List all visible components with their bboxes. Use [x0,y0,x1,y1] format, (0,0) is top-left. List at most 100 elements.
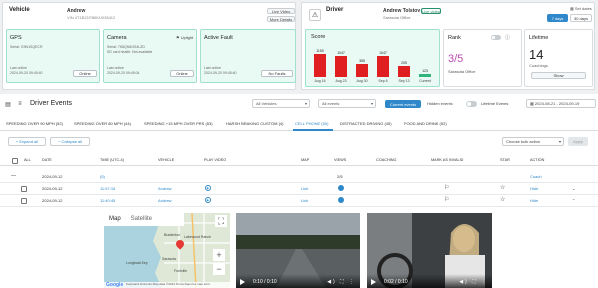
menu-icon[interactable]: ≡ [16,100,24,108]
zoom-out-icon[interactable]: − [213,263,225,275]
vehicles-select[interactable]: All Vehicles ▾ [252,99,310,108]
score-bar[interactable] [419,74,431,77]
row-time[interactable]: 11:57:15 [100,186,115,191]
gps-status-button[interactable]: Online [73,70,97,77]
camera-status-button[interactable]: Online [170,70,194,77]
road-camera-video[interactable]: 0:10 / 0:10 ◀) ⛶ ⋮ [236,213,360,288]
col-views: VIEWS [334,158,347,162]
row-action-coach[interactable]: Coach [530,174,542,179]
camera-title: Camera [107,35,127,41]
row-checkbox[interactable] [21,198,27,204]
rank-office: Sarasota Office [448,69,476,74]
tab-speeding-80[interactable]: SPEEDING OVER 80 MPH (44) [74,121,131,126]
col-vehicle[interactable]: VEHICLE [158,158,174,162]
score-bar[interactable] [314,54,326,77]
tab-speeding-90[interactable]: SPEEDING OVER 90 MPH (52) [6,121,63,126]
play-icon[interactable] [371,279,376,285]
driver-camera-video[interactable]: 0:02 / 0:10 ◀) ⛶ ⋮ [367,213,492,288]
view-indicator-icon [338,185,344,191]
table-row[interactable]: 2024-09-12 11:57:15 Andrew ▶ Link ⚐ ☆ Hi… [0,183,598,195]
row-vehicle[interactable]: Andrew [158,198,172,203]
fault-status-button[interactable]: No Faults [261,70,293,77]
chevron-down-icon: ▾ [558,139,561,144]
map-label: Bradenton [164,233,181,237]
tab-cell-phone[interactable]: CELL PHONE (50) [295,121,328,126]
gps-title: GPS [10,35,22,41]
camera-tile: Camera ⚑ Uplight Serial: 7K8QN5GS4LZD SD… [103,29,197,83]
score-bar[interactable] [398,66,410,77]
lifetime-show-button[interactable]: Show [531,72,586,79]
chevron-up-icon[interactable]: ⌃ [572,198,575,203]
map-label: Lakewood Ranch [184,235,212,239]
bulk-action-value: Choose bulk action [506,139,541,144]
flag-icon[interactable]: ⚐ [444,196,449,203]
tab-speeding-15-over[interactable]: SPEEDING +15 MPH OVER PRS (53) [144,121,213,126]
chevron-down-icon[interactable]: ⌄ [572,186,575,191]
vehicle-label: Vehicle [9,7,30,13]
vehicle-card: Vehicle Andrew VIN 4T1BZ1FB6KU038412 Liv… [2,2,296,90]
volume-fullscreen-icons[interactable]: ◀) ⛶ ⋮ [327,279,356,285]
driver-name: Andrew Tolstov [383,8,421,14]
collapse-all-button[interactable]: − Collapse all [50,137,90,146]
info-icon[interactable]: ⓘ [505,34,510,41]
row-map-link[interactable]: Link [301,198,308,203]
row-time[interactable]: (5) [100,174,105,179]
row-map-link[interactable]: Link [301,186,308,191]
lifetime-title: Lifetime [529,35,549,41]
vehicle-more-details-button[interactable]: More Details [267,16,295,22]
tab-distracted-driving[interactable]: DISTRACTED DRIVING (45) [340,121,392,126]
col-coaching: COACHING [376,158,397,162]
row-checkbox[interactable] [21,186,27,192]
row-action-hide[interactable]: Hide [530,186,538,191]
fault-title: Active Fault [204,35,233,41]
col-date[interactable]: DATE [42,158,52,162]
rank-panel: Rank ⓘ 3/5 Sarasota Office [443,29,522,87]
col-mark-invalid: MARK AS INVALID [431,158,464,162]
star-icon[interactable]: ☆ [500,196,505,203]
score-bar[interactable] [356,64,368,77]
table-row[interactable]: — 2024-09-12 (5) 2/5 Coach [0,171,598,183]
expand-all-button[interactable]: + Expand all [8,137,46,146]
row-vehicle[interactable]: Andrew [158,186,172,191]
events-select[interactable]: All events ▾ [318,99,376,108]
days-7-button[interactable]: 7 days [547,14,568,22]
star-icon[interactable]: ☆ [500,184,505,191]
calendar-icon[interactable]: ▦ Set dates [570,6,592,11]
bulk-action-select[interactable]: Choose bulk action ▾ [502,137,564,146]
hidden-events-label[interactable]: Hidden events [427,101,453,106]
play-icon[interactable] [240,279,245,285]
zoom-in-icon[interactable]: + [213,249,225,261]
score-bar[interactable] [335,56,347,77]
fullscreen-icon[interactable]: ⛶ [215,215,227,227]
current-events-button[interactable]: Current events [385,100,421,108]
row-action-hide[interactable]: Hide [530,198,538,203]
lifetime-events-toggle[interactable] [466,101,477,107]
select-all-checkbox[interactable] [12,158,18,164]
col-time[interactable]: TIME (UTC-4) [100,158,124,162]
lifetime-events-label: Lifetime Events [481,101,509,106]
score-bar[interactable] [377,56,389,77]
gps-last-online: 2024-09-20 09:45:40 [10,71,43,75]
event-map[interactable]: Map Satellite ⛶ Lakewood Ranch Bradenton… [104,213,230,288]
date-range-picker[interactable]: ▦ 2024-08-21 - 2024-09-19 [526,99,596,108]
play-video-icon[interactable]: ▶ [205,185,211,191]
tab-harsh-braking[interactable]: HARSH BRAKING CUSTOM (4) [226,121,284,126]
rank-toggle[interactable] [491,35,501,40]
flag-icon[interactable]: ⚐ [444,184,449,191]
vehicle-live-video-button[interactable]: Live Video [267,8,295,14]
filter-icon[interactable]: ▤ [4,100,12,108]
row-time[interactable]: 11:40:45 [100,198,115,203]
score-bar-label: Current [419,79,431,83]
play-video-icon[interactable]: ▶ [205,197,211,203]
days-30-button[interactable]: 30 days [570,14,592,22]
score-title: Score [311,34,326,40]
driver-live-video-button[interactable]: Live video [421,8,441,14]
map-tab-satellite[interactable]: Satellite [126,213,157,226]
tab-food-and-drink[interactable]: FOOD AND DRINK (52) [404,121,447,126]
event-type-tabs: SPEEDING OVER 90 MPH (52) SPEEDING OVER … [0,117,598,131]
collapse-group-icon[interactable]: — [11,173,16,179]
table-row[interactable]: 2024-09-12 11:40:45 Andrew ▶ Link ⚐ ☆ Hi… [0,195,598,207]
map-tab-map[interactable]: Map [104,213,126,226]
apply-button[interactable]: Apply [568,137,588,146]
volume-fullscreen-icons[interactable]: ◀) ⛶ ⋮ [459,279,488,285]
